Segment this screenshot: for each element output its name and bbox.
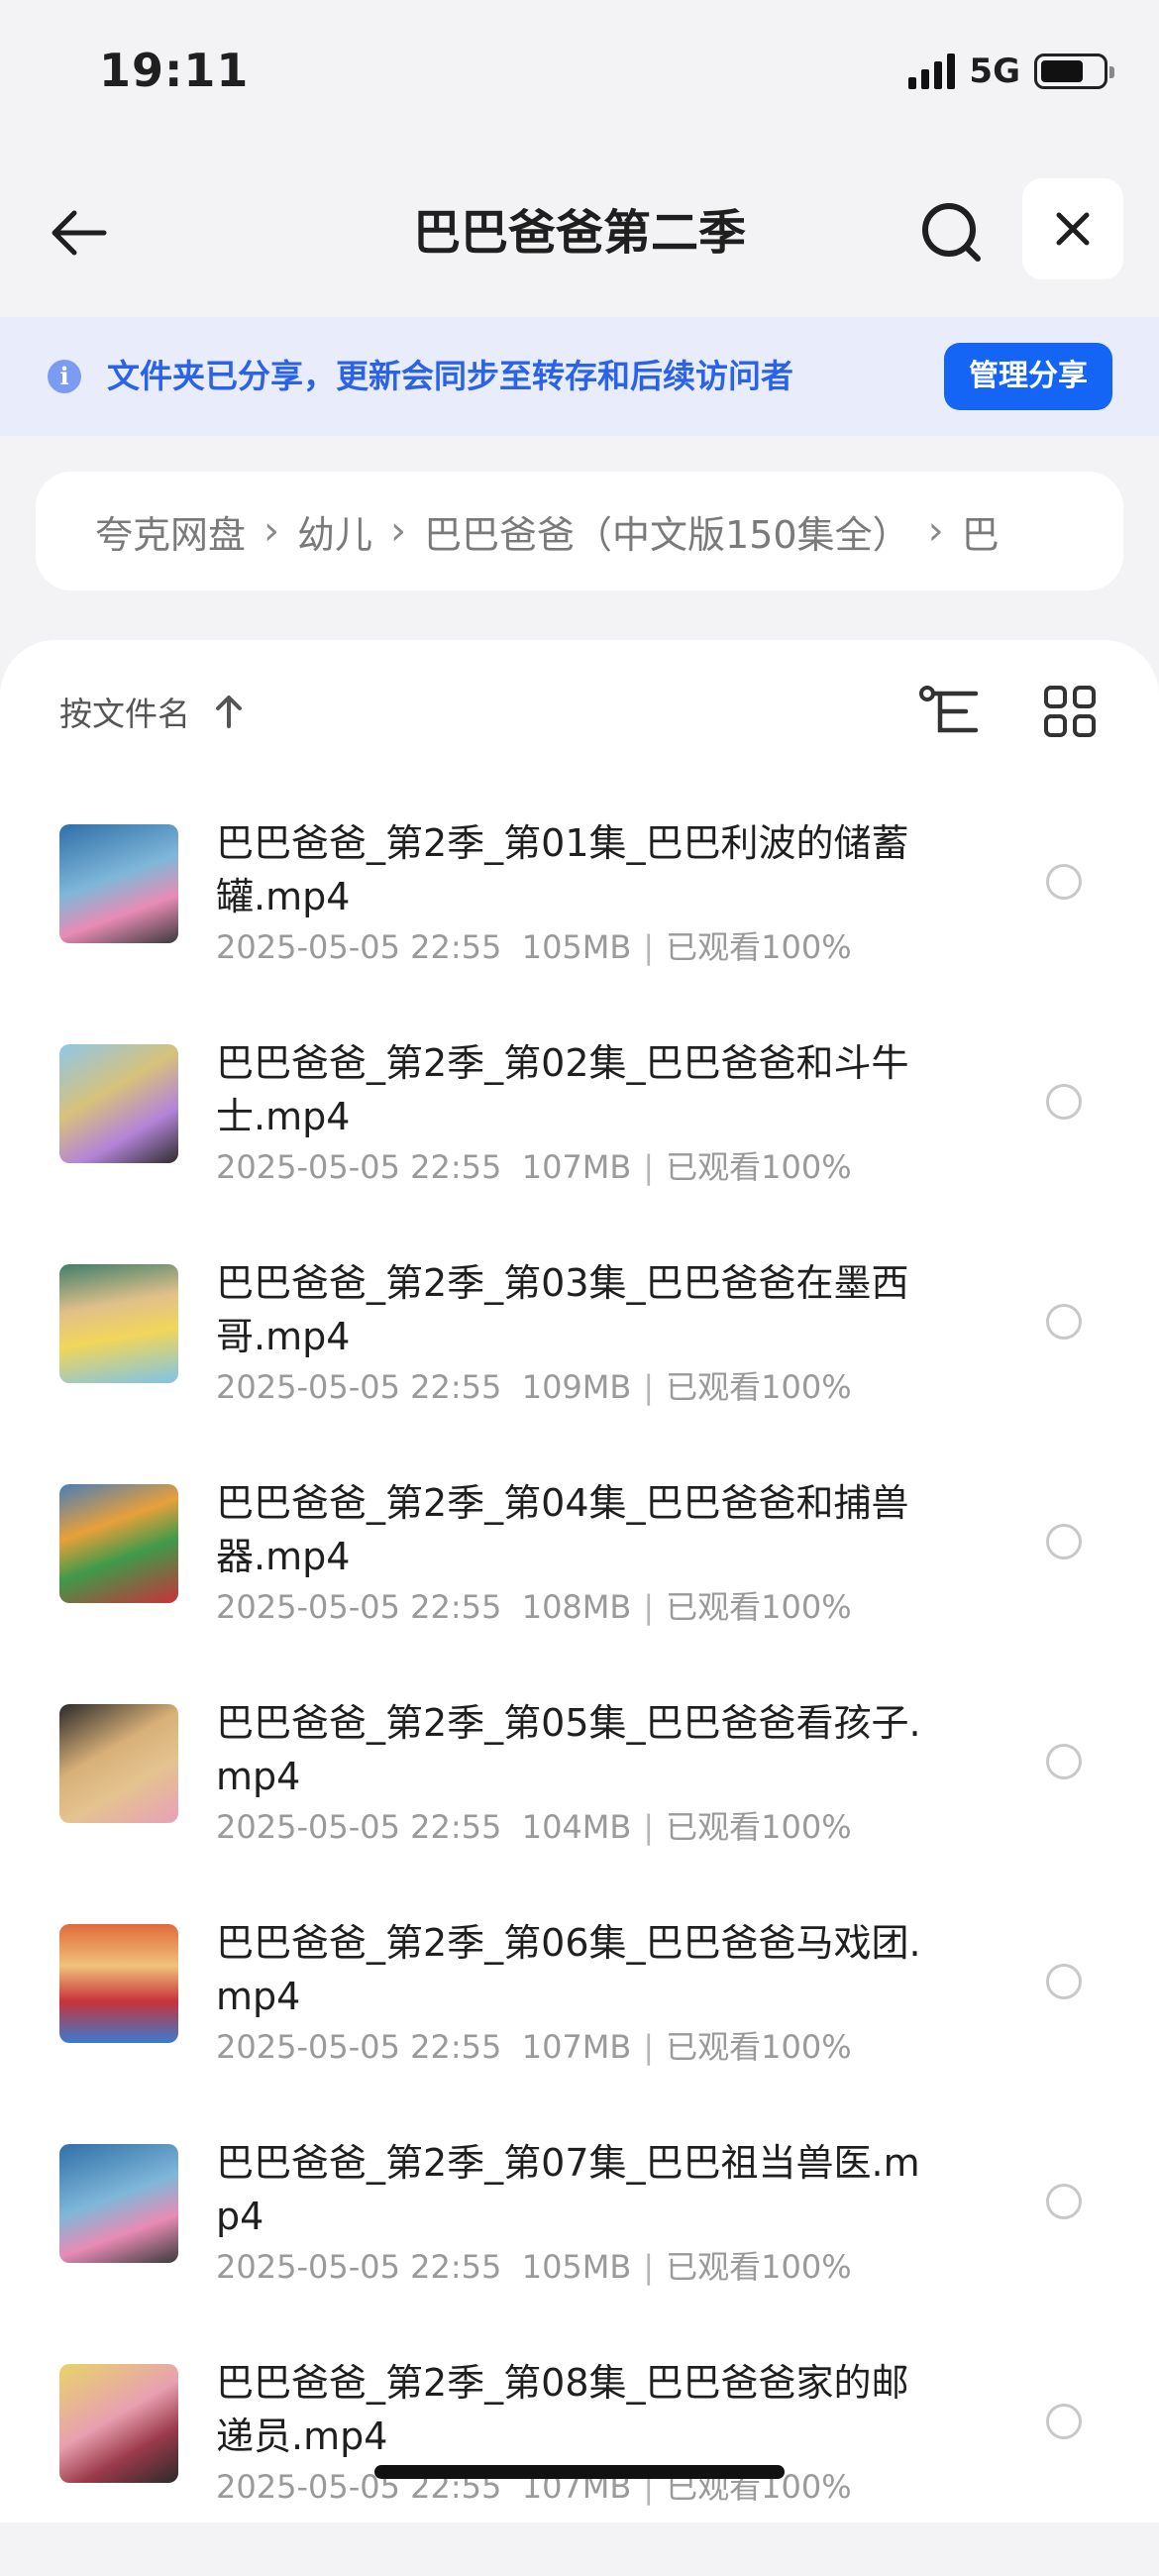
select-radio[interactable]: [1046, 2184, 1082, 2219]
file-name: 巴巴爸爸_第2季_第06集_巴巴爸爸马戏团.mp4: [216, 1921, 921, 2018]
video-thumbnail: [59, 1924, 178, 2043]
file-date: 2025-05-05 22:55: [216, 928, 502, 966]
file-size: 108MB: [521, 1588, 632, 1626]
file-date: 2025-05-05 22:55: [216, 2248, 502, 2286]
close-icon: [1056, 212, 1090, 246]
nav-bar: 巴巴爸爸第二季: [0, 168, 1159, 292]
file-meta: 2025-05-05 22:55 105MB | 已观看100%: [216, 928, 852, 966]
video-thumbnail: [59, 2364, 178, 2483]
file-meta: 2025-05-05 22:55 108MB | 已观看100%: [216, 1588, 852, 1626]
file-date: 2025-05-05 22:55: [216, 1808, 502, 1846]
file-size: 107MB: [521, 2028, 632, 2066]
file-item[interactable]: 巴巴爸爸_第2季_第01集_巴巴利波的储蓄罐.mp4 2025-05-05 22…: [0, 816, 1159, 1036]
watch-progress: 已观看100%: [666, 1808, 852, 1846]
file-date: 2025-05-05 22:55: [216, 1368, 502, 1406]
file-meta: 2025-05-05 22:55 104MB | 已观看100%: [216, 1808, 852, 1846]
file-item[interactable]: 巴巴爸爸_第2季_第04集_巴巴爸爸和捕兽器.mp4 2025-05-05 22…: [0, 1476, 1159, 1696]
battery-icon: [1034, 54, 1114, 89]
watch-progress: 已观看100%: [666, 1148, 852, 1186]
tree-view-button[interactable]: [917, 680, 981, 743]
sort-label: 按文件名: [59, 695, 190, 733]
file-date: 2025-05-05 22:55: [216, 1588, 502, 1626]
select-radio[interactable]: [1046, 1304, 1082, 1340]
file-name: 巴巴爸爸_第2季_第07集_巴巴祖当兽医.mp4: [216, 2141, 920, 2238]
file-size: 109MB: [521, 1368, 632, 1406]
file-size: 104MB: [521, 1808, 632, 1846]
search-button[interactable]: [915, 196, 989, 269]
file-item[interactable]: 巴巴爸爸_第2季_第07集_巴巴祖当兽医.mp4 2025-05-05 22:5…: [0, 2136, 1159, 2356]
breadcrumb-item-kids[interactable]: 幼儿: [297, 504, 372, 559]
grid-view-button[interactable]: [1038, 680, 1102, 743]
info-icon: i: [48, 360, 81, 393]
file-item[interactable]: 巴巴爸爸_第2季_第02集_巴巴爸爸和斗牛士.mp4 2025-05-05 22…: [0, 1036, 1159, 1256]
watch-progress: 已观看100%: [666, 928, 852, 966]
breadcrumb-item-root[interactable]: 夸克网盘: [95, 504, 246, 559]
file-name: 巴巴爸爸_第2季_第01集_巴巴利波的储蓄罐.mp4: [216, 821, 909, 918]
select-radio[interactable]: [1046, 1524, 1082, 1559]
share-notice: 文件夹已分享，更新会同步至转存和后续访问者: [107, 357, 793, 395]
status-time: 19:11: [99, 44, 250, 97]
arrow-up-icon: [214, 695, 244, 728]
file-list: 巴巴爸爸_第2季_第01集_巴巴利波的储蓄罐.mp4 2025-05-05 22…: [0, 816, 1159, 2576]
file-item[interactable]: 巴巴爸爸_第2季_第05集_巴巴爸爸看孩子.mp4 2025-05-05 22:…: [0, 1696, 1159, 1916]
grid-icon: [1044, 686, 1096, 737]
manage-share-button[interactable]: 管理分享: [944, 343, 1112, 410]
file-meta: 2025-05-05 22:55 105MB | 已观看100%: [216, 2248, 852, 2286]
file-name: 巴巴爸爸_第2季_第02集_巴巴爸爸和斗牛士.mp4: [216, 1041, 909, 1138]
file-name: 巴巴爸爸_第2季_第05集_巴巴爸爸看孩子.mp4: [216, 1701, 921, 1798]
watch-progress: 已观看100%: [666, 2028, 852, 2066]
watch-progress: 已观看100%: [666, 1368, 852, 1406]
select-radio[interactable]: [1046, 1084, 1082, 1120]
video-thumbnail: [59, 1044, 178, 1163]
file-size: 105MB: [521, 928, 632, 966]
file-name: 巴巴爸爸_第2季_第04集_巴巴爸爸和捕兽器.mp4: [216, 1481, 909, 1578]
video-thumbnail: [59, 1704, 178, 1823]
file-meta: 2025-05-05 22:55 107MB | 已观看100%: [216, 1148, 852, 1186]
network-type: 5G: [969, 52, 1020, 91]
file-name: 巴巴爸爸_第2季_第08集_巴巴爸爸家的邮递员.mp4: [216, 2361, 909, 2458]
share-banner: i 文件夹已分享，更新会同步至转存和后续访问者 管理分享: [0, 317, 1159, 436]
select-radio[interactable]: [1046, 1964, 1082, 1999]
chevron-right-icon: ›: [263, 508, 280, 554]
breadcrumb-item-series[interactable]: 巴巴爸爸（中文版150集全）: [424, 504, 910, 559]
file-item[interactable]: 巴巴爸爸_第2季_第06集_巴巴爸爸马戏团.mp4 2025-05-05 22:…: [0, 1916, 1159, 2136]
chevron-right-icon: ›: [927, 508, 944, 554]
file-size: 105MB: [521, 2248, 632, 2286]
sort-button[interactable]: 按文件名: [59, 682, 244, 741]
search-icon: [922, 203, 981, 262]
select-radio[interactable]: [1046, 1744, 1082, 1779]
file-meta: 2025-05-05 22:55 109MB | 已观看100%: [216, 1368, 852, 1406]
file-date: 2025-05-05 22:55: [216, 2028, 502, 2066]
video-thumbnail: [59, 1264, 178, 1383]
status-indicators: 5G: [908, 52, 1114, 91]
video-thumbnail: [59, 824, 178, 943]
video-thumbnail: [59, 2144, 178, 2263]
watch-progress: 已观看100%: [666, 2248, 852, 2286]
breadcrumb: 夸克网盘 › 幼儿 › 巴巴爸爸（中文版150集全） › 巴: [36, 472, 1123, 590]
video-thumbnail: [59, 1484, 178, 1603]
select-radio[interactable]: [1046, 864, 1082, 900]
file-item[interactable]: 巴巴爸爸_第2季_第03集_巴巴爸爸在墨西哥.mp4 2025-05-05 22…: [0, 1256, 1159, 1476]
home-indicator: [374, 2465, 785, 2479]
chevron-right-icon: ›: [390, 508, 407, 554]
file-panel: 按文件名 巴巴爸爸_第2季_第01集_巴巴利波的储蓄罐.mp4 2025-05-…: [0, 640, 1159, 2522]
watch-progress: 已观看100%: [666, 1588, 852, 1626]
file-size: 107MB: [521, 1148, 632, 1186]
close-button[interactable]: [1022, 178, 1123, 279]
file-name: 巴巴爸爸_第2季_第03集_巴巴爸爸在墨西哥.mp4: [216, 1261, 909, 1358]
tree-structure-icon: [919, 686, 979, 733]
signal-icon: [908, 54, 956, 89]
file-meta: 2025-05-05 22:55 107MB | 已观看100%: [216, 2028, 852, 2066]
breadcrumb-item-current[interactable]: 巴: [962, 504, 1000, 559]
select-radio[interactable]: [1046, 2404, 1082, 2439]
file-date: 2025-05-05 22:55: [216, 1148, 502, 1186]
status-bar: 19:11 5G: [0, 0, 1159, 149]
